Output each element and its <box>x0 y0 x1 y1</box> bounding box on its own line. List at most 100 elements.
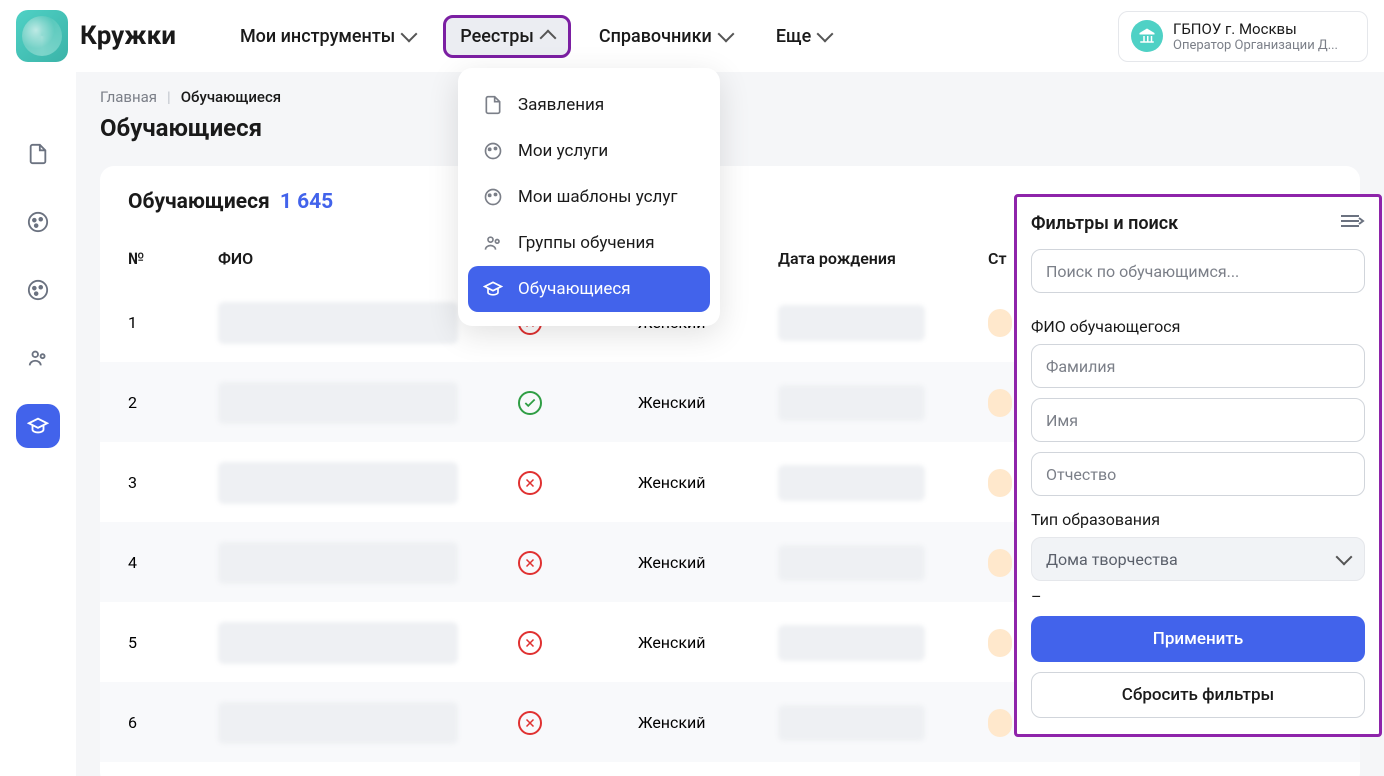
cell-dob <box>778 465 988 501</box>
chevron-down-icon <box>401 26 418 43</box>
filters-panel: Фильтры и поиск ФИО обучающегося Тип обр… <box>1014 194 1382 737</box>
cell-fio <box>218 542 518 584</box>
filters-title: Фильтры и поиск <box>1031 213 1178 234</box>
sidebar <box>0 72 76 776</box>
nav-more[interactable]: Еще <box>760 16 847 57</box>
nav-my-tools-label: Мои инструменты <box>240 26 395 47</box>
x-icon <box>518 711 542 735</box>
page-title: Обучающиеся <box>100 114 1360 142</box>
chevron-down-icon <box>817 26 834 43</box>
cell-gender: Женский <box>638 713 778 732</box>
breadcrumb: Главная | Обучающиеся <box>100 88 1360 106</box>
nav-registries-label: Реестры <box>460 26 534 47</box>
org-switcher[interactable]: ГБПОУ г. Москвы Оператор Организации Д..… <box>1118 11 1368 62</box>
truncated-indicator: – <box>1031 587 1365 606</box>
org-name: ГБПОУ г. Москвы <box>1173 20 1338 38</box>
cell-dob <box>778 705 988 741</box>
dd-my-services-label: Мои услуги <box>518 141 608 161</box>
sidebar-file-icon[interactable] <box>16 132 60 176</box>
cell-registry <box>518 391 638 415</box>
x-icon <box>518 551 542 575</box>
col-dob: Дата рождения <box>778 249 988 268</box>
cell-registry <box>518 471 638 495</box>
dd-my-templates-label: Мои шаблоны услуг <box>518 187 678 207</box>
dd-study-groups-label: Группы обучения <box>518 233 655 253</box>
nav-registries[interactable]: Реестры <box>443 15 571 58</box>
cell-fio <box>218 462 518 504</box>
cell-num: 5 <box>128 633 218 652</box>
dd-applications[interactable]: Заявления <box>468 82 710 128</box>
palette-icon <box>482 186 504 208</box>
sidebar-palette2-icon[interactable] <box>16 268 60 312</box>
sidebar-students-icon[interactable] <box>16 404 60 448</box>
breadcrumb-separator: | <box>167 88 171 106</box>
main-nav: Мои инструменты Реестры Справочники Еще <box>224 15 1118 58</box>
cell-fio <box>218 382 518 424</box>
sidebar-palette-icon[interactable] <box>16 200 60 244</box>
nav-references[interactable]: Справочники <box>583 16 748 57</box>
bank-icon <box>1131 20 1163 52</box>
card-title: Обучающиеся <box>128 190 270 214</box>
palette-icon <box>482 140 504 162</box>
cell-dob <box>778 385 988 421</box>
cell-dob <box>778 305 988 341</box>
cell-registry <box>518 631 638 655</box>
x-icon <box>518 631 542 655</box>
x-icon <box>518 471 542 495</box>
org-text: ГБПОУ г. Москвы Оператор Организации Д..… <box>1173 20 1338 53</box>
reset-button[interactable]: Сбросить фильтры <box>1031 672 1365 718</box>
org-role: Оператор Организации Д... <box>1173 38 1338 53</box>
dd-study-groups[interactable]: Группы обучения <box>468 220 710 266</box>
edu-type-value: Дома творчества <box>1046 550 1178 569</box>
col-num: № <box>128 249 218 268</box>
dd-applications-label: Заявления <box>518 95 604 115</box>
cell-gender: Женский <box>638 633 778 652</box>
cell-gender: Женский <box>638 473 778 492</box>
apply-button[interactable]: Применить <box>1031 616 1365 662</box>
cell-dob <box>778 545 988 581</box>
cell-num: 3 <box>128 473 218 492</box>
brand-text: Кружки <box>80 21 176 51</box>
patronymic-input[interactable] <box>1031 452 1365 496</box>
file-icon <box>482 94 504 116</box>
app-header: Кружки Мои инструменты Реестры Справочни… <box>0 0 1384 72</box>
nav-more-label: Еще <box>776 26 811 47</box>
chevron-down-icon <box>1336 549 1353 566</box>
logo-icon <box>16 10 68 62</box>
cell-num: 6 <box>128 713 218 732</box>
chevron-down-icon <box>717 26 734 43</box>
nav-references-label: Справочники <box>599 26 712 47</box>
edu-type-select[interactable]: Дома творчества <box>1031 537 1365 581</box>
cell-gender: Женский <box>638 393 778 412</box>
cell-fio <box>218 622 518 664</box>
dd-my-templates[interactable]: Мои шаблоны услуг <box>468 174 710 220</box>
cell-registry <box>518 551 638 575</box>
breadcrumb-current: Обучающиеся <box>181 88 281 106</box>
collapse-icon[interactable] <box>1339 211 1365 235</box>
cell-gender: Женский <box>638 553 778 572</box>
card-count: 1 645 <box>280 190 333 214</box>
name-input[interactable] <box>1031 398 1365 442</box>
dd-students[interactable]: Обучающиеся <box>468 266 710 312</box>
cell-fio <box>218 702 518 744</box>
cell-registry <box>518 711 638 735</box>
graduation-icon <box>482 278 504 300</box>
search-input[interactable] <box>1031 249 1365 293</box>
check-icon <box>518 391 542 415</box>
sidebar-people-icon[interactable] <box>16 336 60 380</box>
surname-input[interactable] <box>1031 344 1365 388</box>
nav-my-tools[interactable]: Мои инструменты <box>224 16 431 57</box>
cell-num: 1 <box>128 313 218 332</box>
breadcrumb-home[interactable]: Главная <box>100 88 157 106</box>
dd-my-services[interactable]: Мои услуги <box>468 128 710 174</box>
brand[interactable]: Кружки <box>16 10 176 62</box>
people-icon <box>482 232 504 254</box>
fio-label: ФИО обучающегося <box>1031 317 1365 336</box>
filters-header: Фильтры и поиск <box>1031 211 1365 235</box>
registries-dropdown: Заявления Мои услуги Мои шаблоны услуг Г… <box>458 68 720 326</box>
dd-students-label: Обучающиеся <box>518 279 631 299</box>
cell-num: 2 <box>128 393 218 412</box>
edu-type-label: Тип образования <box>1031 510 1365 529</box>
chevron-up-icon <box>539 30 556 47</box>
cell-dob <box>778 625 988 661</box>
